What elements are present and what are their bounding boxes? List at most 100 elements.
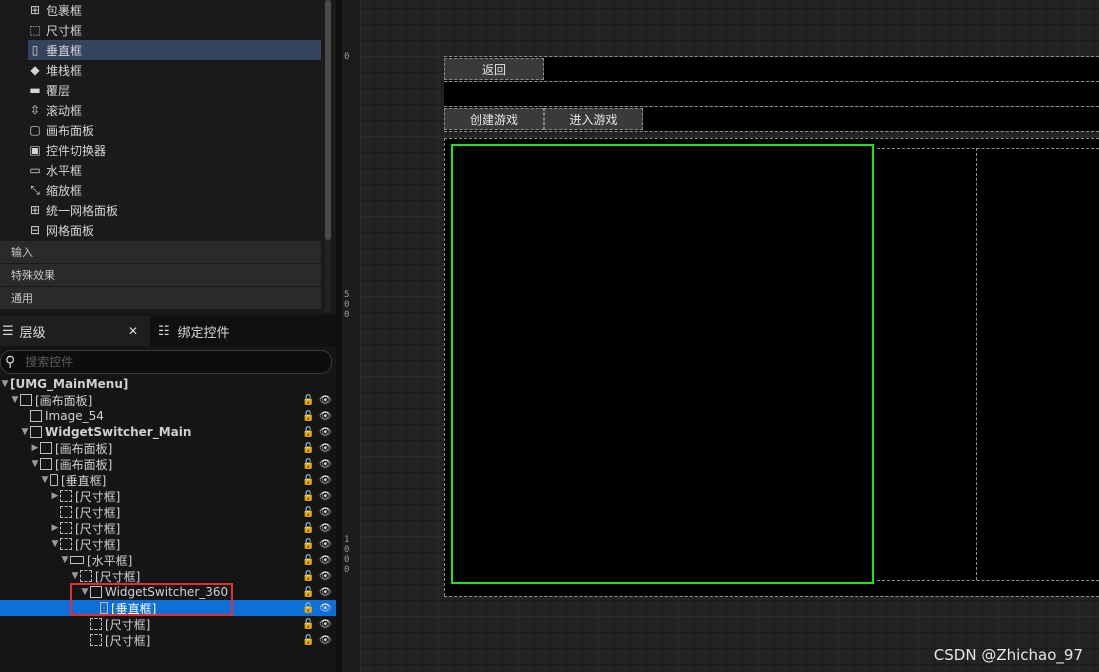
tree-row[interactable]: ▼ [尺寸框] 🔓 👁 bbox=[0, 568, 336, 584]
unlock-icon[interactable]: 🔓 bbox=[302, 619, 314, 630]
tree-row[interactable]: ▶ [尺寸框] 🔓 👁 bbox=[0, 488, 336, 504]
visibility-eye-icon[interactable]: 👁 bbox=[319, 395, 332, 406]
palette-item-label: 包裹框 bbox=[46, 3, 83, 18]
selected-vertical-box-frame[interactable] bbox=[451, 144, 874, 584]
visibility-eye-icon[interactable]: 👁 bbox=[319, 411, 332, 422]
expand-down-icon[interactable]: ▼ bbox=[70, 571, 80, 581]
tree-row[interactable]: ▼ WidgetSwitcher_Main 🔓 👁 bbox=[0, 424, 336, 440]
tree-row[interactable]: [尺寸框] 🔓 👁 bbox=[0, 632, 336, 648]
palette-item[interactable]: ⊞ 统一网格面板 bbox=[28, 200, 321, 220]
unlock-icon[interactable]: 🔓 bbox=[302, 443, 314, 454]
expand-down-icon[interactable]: ▼ bbox=[20, 427, 30, 437]
tree-row[interactable]: ▼ [尺寸框] 🔓 👁 bbox=[0, 536, 336, 552]
visibility-eye-icon[interactable]: 👁 bbox=[319, 555, 332, 566]
unlock-icon[interactable]: 🔓 bbox=[302, 395, 314, 406]
visibility-eye-icon[interactable]: 👁 bbox=[319, 507, 332, 518]
unlock-icon[interactable]: 🔓 bbox=[302, 491, 314, 502]
palette-item[interactable]: ▬ 覆层 bbox=[28, 80, 321, 100]
palette-category-label: 特殊效果 bbox=[11, 269, 55, 282]
expand-right-icon[interactable]: ▶ bbox=[50, 491, 60, 501]
size-box-icon bbox=[80, 570, 92, 582]
watermark: CSDN @Zhichao_97 bbox=[933, 646, 1083, 664]
unlock-icon[interactable]: 🔓 bbox=[302, 587, 314, 598]
palette-item[interactable]: ▯ 垂直框 bbox=[28, 40, 321, 60]
hierarchy-icon: ☰ bbox=[2, 323, 14, 339]
canvas-panel-icon bbox=[40, 442, 52, 454]
search-input[interactable] bbox=[23, 354, 308, 370]
palette-item-label: 堆栈框 bbox=[46, 63, 83, 78]
palette-item-label: 尺寸框 bbox=[46, 23, 83, 38]
panel-divider-line bbox=[976, 148, 977, 580]
unlock-icon[interactable]: 🔓 bbox=[302, 475, 314, 486]
palette-item[interactable]: ▣ 控件切换器 bbox=[28, 140, 321, 160]
visibility-eye-icon[interactable]: 👁 bbox=[319, 571, 332, 582]
tree-row[interactable]: ▼ [画布面板] 🔓 👁 bbox=[0, 392, 336, 408]
tab-hierarchy[interactable]: ☰ 层级 ✕ bbox=[0, 316, 150, 346]
unlock-icon[interactable]: 🔓 bbox=[302, 555, 314, 566]
size-box-icon bbox=[60, 506, 72, 518]
tree-row[interactable]: Image_54 🔓 👁 bbox=[0, 408, 336, 424]
tree-row-label: [尺寸框] bbox=[75, 489, 121, 504]
palette-category[interactable]: 通用 bbox=[0, 287, 321, 309]
tree-row[interactable]: ▼ [水平框] 🔓 👁 bbox=[0, 552, 336, 568]
palette-item[interactable]: ⊟ 网格面板 bbox=[28, 220, 321, 240]
palette-category[interactable]: 输入 bbox=[0, 241, 321, 263]
expand-down-icon[interactable]: ▼ bbox=[10, 395, 20, 405]
tree-row[interactable]: ▶ [画布面板] 🔓 👁 bbox=[0, 440, 336, 456]
unlock-icon[interactable]: 🔓 bbox=[302, 427, 314, 438]
visibility-eye-icon[interactable]: 👁 bbox=[319, 427, 332, 438]
tab-bind-widgets[interactable]: ☷ 绑定控件 bbox=[152, 316, 302, 346]
visibility-eye-icon[interactable]: 👁 bbox=[319, 443, 332, 454]
tree-row-label: [尺寸框] bbox=[75, 537, 121, 552]
unlock-icon[interactable]: 🔓 bbox=[302, 523, 314, 534]
palette-item[interactable]: ▢ 画布面板 bbox=[28, 120, 321, 140]
palette-item[interactable]: ▭ 水平框 bbox=[28, 160, 321, 180]
unlock-icon[interactable]: 🔓 bbox=[302, 411, 314, 422]
palette-item[interactable]: ⬚ 尺寸框 bbox=[28, 20, 321, 40]
palette-category[interactable]: 特殊效果 bbox=[0, 264, 321, 286]
tree-row[interactable]: ▼ [UMG_MainMenu] bbox=[0, 376, 336, 392]
palette-item[interactable]: ⤡ 缩放框 bbox=[28, 180, 321, 200]
palette-item[interactable]: ⇳ 滚动框 bbox=[28, 100, 321, 120]
back-button[interactable]: 返回 bbox=[444, 58, 544, 80]
unlock-icon[interactable]: 🔓 bbox=[302, 459, 314, 470]
ruler-label-0: 0 bbox=[344, 52, 350, 62]
visibility-eye-icon[interactable]: 👁 bbox=[319, 587, 332, 598]
visibility-eye-icon[interactable]: 👁 bbox=[319, 491, 332, 502]
expand-down-icon[interactable]: ▼ bbox=[0, 379, 10, 389]
unlock-icon[interactable]: 🔓 bbox=[302, 539, 314, 550]
tree-row[interactable]: [尺寸框] 🔓 👁 bbox=[0, 616, 336, 632]
expand-right-icon[interactable]: ▶ bbox=[50, 523, 60, 533]
palette-item[interactable]: ◆ 堆栈框 bbox=[28, 60, 321, 80]
visibility-eye-icon[interactable]: 👁 bbox=[319, 475, 332, 486]
search-box[interactable]: ⚲ bbox=[0, 350, 332, 374]
palette-scrollbar-thumb[interactable] bbox=[325, 0, 331, 240]
expand-down-icon[interactable]: ▼ bbox=[30, 459, 40, 469]
visibility-eye-icon[interactable]: 👁 bbox=[319, 603, 332, 614]
tree-row[interactable]: ▶ [尺寸框] 🔓 👁 bbox=[0, 520, 336, 536]
unlock-icon[interactable]: 🔓 bbox=[302, 507, 314, 518]
size-box-icon bbox=[90, 634, 102, 646]
create-game-button[interactable]: 创建游戏 bbox=[444, 108, 544, 130]
palette-panel: ⊞ 包裹框 ⬚ 尺寸框 ▯ 垂直框 ◆ 堆栈框 ▬ 覆层 ⇳ 滚动框 ▢ 画布面板 ▣ 控件切换器 ▭ 水平框 ⤡ 缩… bbox=[0, 0, 336, 313]
enter-game-button[interactable]: 进入游戏 bbox=[544, 108, 643, 130]
visibility-eye-icon[interactable]: 👁 bbox=[319, 619, 332, 630]
expand-down-icon[interactable]: ▼ bbox=[40, 475, 50, 485]
tree-row[interactable]: [尺寸框] 🔓 👁 bbox=[0, 504, 336, 520]
visibility-eye-icon[interactable]: 👁 bbox=[319, 635, 332, 646]
size-box-icon bbox=[60, 522, 72, 534]
expand-down-icon[interactable]: ▼ bbox=[60, 555, 70, 565]
palette-item[interactable]: ⊞ 包裹框 bbox=[28, 0, 321, 20]
unlock-icon[interactable]: 🔓 bbox=[302, 571, 314, 582]
tree-row[interactable]: ▼ [垂直框] 🔓 👁 bbox=[0, 472, 336, 488]
close-icon[interactable]: ✕ bbox=[128, 324, 138, 338]
tree-row[interactable]: ▼ [画布面板] 🔓 👁 bbox=[0, 456, 336, 472]
visibility-eye-icon[interactable]: 👁 bbox=[319, 523, 332, 534]
designer-canvas[interactable]: 0 5 0 0 1 0 0 0 返回 创建游戏 进入游戏 CSDN @Zhich… bbox=[342, 0, 1099, 672]
expand-right-icon[interactable]: ▶ bbox=[30, 443, 40, 453]
unlock-icon[interactable]: 🔓 bbox=[302, 635, 314, 646]
expand-down-icon[interactable]: ▼ bbox=[50, 539, 60, 549]
visibility-eye-icon[interactable]: 👁 bbox=[319, 539, 332, 550]
visibility-eye-icon[interactable]: 👁 bbox=[319, 459, 332, 470]
unlock-icon[interactable]: 🔓 bbox=[302, 603, 314, 614]
